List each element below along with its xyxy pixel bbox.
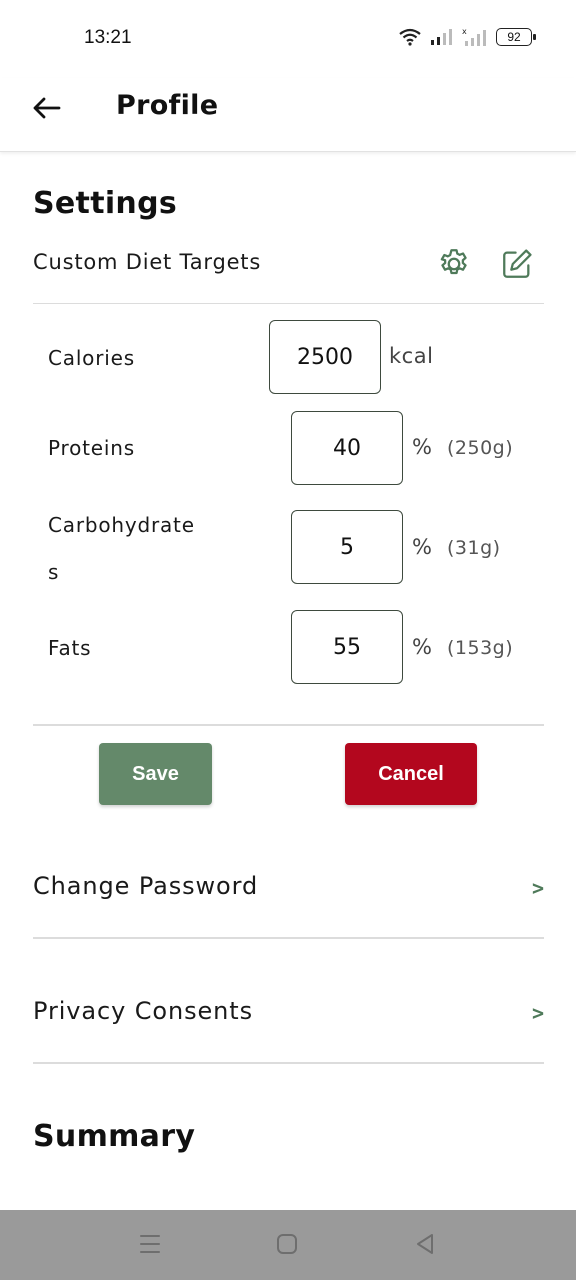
custom-diet-targets-header: Custom Diet Targets	[33, 248, 544, 304]
wifi-icon	[398, 28, 422, 46]
chevron-right-icon: >	[531, 876, 544, 900]
calories-unit: kcal	[389, 344, 434, 368]
fats-grams: (153g)	[447, 637, 514, 659]
settings-button[interactable]	[436, 248, 472, 284]
status-icons: x 92	[398, 27, 536, 47]
app-header: Profile	[0, 78, 576, 152]
back-button[interactable]	[26, 90, 66, 130]
carbohydrates-unit: %	[412, 535, 433, 559]
summary-heading: Summary	[33, 1119, 196, 1154]
back-arrow-icon	[31, 96, 61, 124]
edit-icon	[500, 247, 534, 285]
signal-icon	[430, 28, 454, 46]
divider	[33, 1062, 544, 1064]
chevron-right-icon: >	[531, 1001, 544, 1025]
proteins-input[interactable]	[291, 411, 403, 485]
calories-input[interactable]	[269, 320, 381, 394]
fats-unit: %	[412, 635, 433, 659]
edit-button[interactable]	[499, 248, 535, 284]
settings-heading: Settings	[33, 186, 178, 221]
carbohydrates-row: Carbohydrate s % (31g)	[48, 510, 548, 586]
change-password-row[interactable]: Change Password >	[33, 856, 544, 922]
fats-row: Fats % (153g)	[48, 610, 548, 686]
calories-label: Calories	[48, 346, 135, 370]
save-button[interactable]: Save	[99, 743, 212, 805]
gear-icon	[436, 246, 472, 286]
privacy-consents-row[interactable]: Privacy Consents >	[33, 981, 544, 1047]
home-button[interactable]	[273, 1232, 301, 1260]
home-icon	[275, 1232, 299, 1260]
status-time: 13:21	[84, 27, 132, 48]
custom-diet-targets-label: Custom Diet Targets	[33, 250, 262, 274]
proteins-unit: %	[412, 435, 433, 459]
change-password-label: Change Password	[33, 872, 259, 900]
proteins-row: Proteins % (250g)	[48, 411, 548, 487]
back-triangle-icon	[413, 1232, 437, 1260]
menu-icon	[138, 1233, 162, 1259]
battery-icon: 92	[496, 28, 536, 46]
privacy-consents-label: Privacy Consents	[33, 997, 253, 1025]
carbohydrates-input[interactable]	[291, 510, 403, 584]
page-title: Profile	[116, 90, 219, 121]
cancel-button[interactable]: Cancel	[345, 743, 477, 805]
fats-input[interactable]	[291, 610, 403, 684]
carbohydrates-label-wrap: s	[48, 560, 60, 584]
proteins-grams: (250g)	[447, 437, 514, 459]
system-back-button[interactable]	[411, 1232, 439, 1260]
signal-icon-2: x	[462, 27, 488, 47]
status-bar: 13:21 x 92	[0, 0, 576, 78]
system-navigation-bar	[0, 1210, 576, 1280]
carbohydrates-label: Carbohydrate	[48, 513, 195, 537]
menu-button[interactable]	[136, 1232, 164, 1260]
divider	[33, 724, 544, 726]
divider	[33, 937, 544, 939]
calories-row: Calories kcal	[48, 320, 548, 396]
fats-label: Fats	[48, 636, 92, 660]
proteins-label: Proteins	[48, 436, 135, 460]
carbohydrates-grams: (31g)	[447, 537, 501, 559]
svg-text:x: x	[462, 27, 467, 36]
